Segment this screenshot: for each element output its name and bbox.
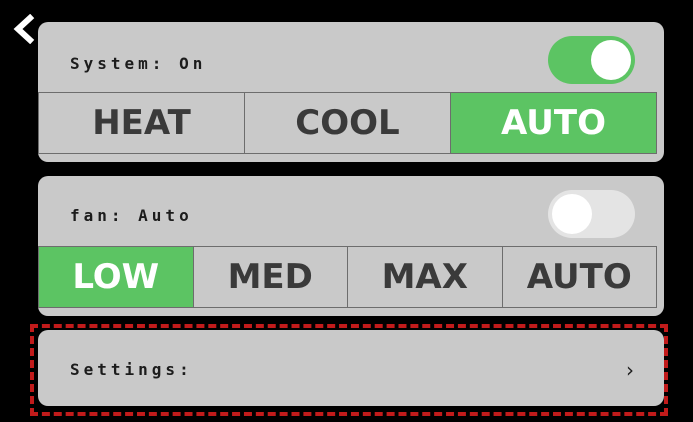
- system-mode-selector: HEAT COOL AUTO: [38, 92, 657, 154]
- fan-speed-selector: LOW MED MAX AUTO: [38, 246, 657, 308]
- fan-card: fan: Auto LOW MED MAX AUTO: [38, 176, 664, 316]
- fan-auto-button[interactable]: AUTO: [503, 247, 657, 307]
- toggle-knob: [552, 194, 592, 234]
- mode-heat-button[interactable]: HEAT: [39, 93, 245, 153]
- system-card: System: On HEAT COOL AUTO: [38, 22, 664, 162]
- fan-status-label: fan: Auto: [70, 206, 193, 225]
- toggle-knob: [591, 40, 631, 80]
- fan-low-button[interactable]: LOW: [39, 247, 194, 307]
- settings-label: Settings:: [70, 360, 193, 379]
- fan-max-button[interactable]: MAX: [348, 247, 503, 307]
- mode-cool-button[interactable]: COOL: [245, 93, 451, 153]
- fan-toggle[interactable]: [548, 190, 635, 238]
- chevron-right-icon: ›: [626, 358, 634, 382]
- fan-med-button[interactable]: MED: [194, 247, 348, 307]
- system-power-toggle[interactable]: [548, 36, 635, 84]
- settings-row[interactable]: Settings: ›: [38, 330, 664, 406]
- mode-auto-button[interactable]: AUTO: [451, 93, 656, 153]
- chevron-left-icon: [13, 13, 35, 45]
- back-button[interactable]: [10, 13, 38, 45]
- system-status-label: System: On: [70, 54, 207, 73]
